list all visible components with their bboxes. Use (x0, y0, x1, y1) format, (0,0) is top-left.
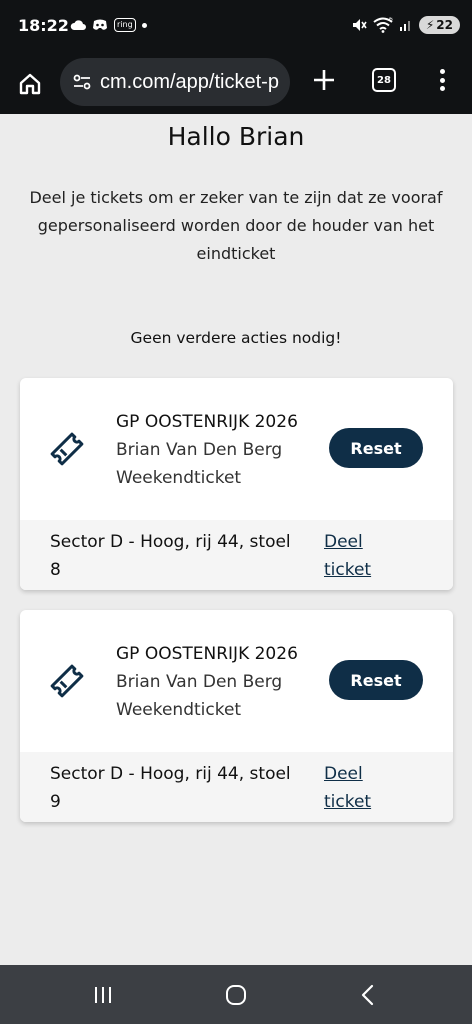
battery-bolt-icon: ⚡ (425, 18, 435, 32)
system-nav-bar (0, 965, 472, 1024)
intro-text: Deel je tickets om er zeker van te zijn … (29, 188, 443, 263)
battery-level: 22 (436, 18, 453, 32)
more-icon-dot (439, 77, 445, 83)
system-icons: 6 ⚡ 22 (351, 16, 460, 34)
ticket-event-name: GP OOSTENRIJK 2026 (116, 412, 298, 432)
recent-apps-icon (95, 987, 111, 1003)
site-settings-icon[interactable] (72, 72, 92, 92)
ticket-info: GP OOSTENRIJK 2026 Brian Van Den Berg We… (116, 640, 298, 724)
ticket-type: Weekendticket (116, 468, 242, 488)
home-icon (19, 73, 41, 95)
home-nav-button[interactable] (222, 981, 250, 1009)
page-title: Hallo Brian (167, 122, 305, 151)
page-content: Hallo Brian Deel je tickets om er zeker … (0, 114, 472, 965)
ticket-icon (50, 432, 84, 466)
share-ticket-link[interactable]: Deel ticket (324, 528, 384, 584)
signal-icon (399, 21, 410, 31)
cloud-icon (70, 20, 86, 30)
ticket-info: GP OOSTENRIJK 2026 Brian Van Den Berg We… (116, 408, 298, 492)
new-tab-button[interactable] (310, 66, 338, 94)
notification-icons: ring (70, 18, 147, 32)
ticket-holder-name: Brian Van Den Berg (116, 672, 283, 692)
tabs-button[interactable]: 28 (372, 68, 396, 92)
mute-icon (352, 19, 367, 31)
share-ticket-link[interactable]: Deel ticket (324, 760, 384, 816)
ticket-card: GP OOSTENRIJK 2026 Brian Van Den Berg We… (20, 610, 453, 822)
more-icon-dot (439, 69, 445, 74)
ticket-type: Weekendticket (116, 700, 242, 720)
more-menu-button[interactable] (432, 66, 452, 94)
browser-toolbar: cm.com/app/ticket-p 28 (0, 56, 472, 114)
status-time: 18:22 (18, 16, 69, 35)
ring-icon: ring (114, 18, 136, 32)
address-bar[interactable]: cm.com/app/ticket-p (60, 58, 290, 106)
ticket-holder-name: Brian Van Den Berg (116, 440, 283, 460)
ticket-header: GP OOSTENRIJK 2026 Brian Van Den Berg We… (20, 378, 453, 520)
wifi-icon: 6 (373, 17, 393, 33)
ticket-card: GP OOSTENRIJK 2026 Brian Van Den Berg We… (20, 378, 453, 590)
ticket-icon (50, 664, 84, 698)
more-icon-dot (439, 86, 445, 91)
ticket-footer: Sector D - Hoog, rij 44, stoel 8 Deel ti… (20, 520, 453, 590)
ticket-event-name: GP OOSTENRIJK 2026 (116, 644, 298, 664)
reset-button[interactable]: Reset (329, 428, 423, 468)
reset-button[interactable]: Reset (329, 660, 423, 700)
back-icon (361, 984, 374, 1006)
seat-info: Sector D - Hoog, rij 44, stoel 8 (50, 532, 291, 580)
seat-info: Sector D - Hoog, rij 44, stoel 9 (50, 764, 291, 812)
status-bar: 18:22 ring 6 ⚡ 22 (0, 0, 472, 56)
url-text: cm.com/app/ticket-p (100, 70, 279, 93)
notification-dot-icon (141, 22, 147, 28)
ticket-footer: Sector D - Hoog, rij 44, stoel 9 Deel ti… (20, 752, 453, 822)
recent-apps-button[interactable] (89, 981, 117, 1009)
wifi-badge: 6 (389, 17, 393, 23)
home-button[interactable] (14, 68, 46, 100)
home-nav-icon (226, 985, 246, 1005)
plus-icon (314, 70, 334, 90)
battery-icon: ⚡ 22 (418, 16, 460, 34)
status-message: Geen verdere acties nodig! (130, 329, 342, 347)
discord-icon (93, 19, 107, 30)
ticket-header: GP OOSTENRIJK 2026 Brian Van Den Berg We… (20, 610, 453, 752)
back-button[interactable] (354, 981, 382, 1009)
tab-count: 28 (377, 74, 391, 86)
